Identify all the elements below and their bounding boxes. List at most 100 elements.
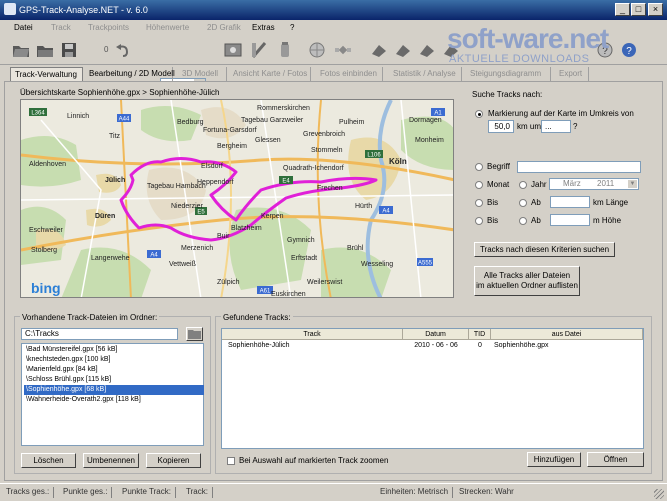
copy-file-button[interactable]: Kopieren — [146, 453, 201, 468]
radius-radio[interactable] — [475, 110, 483, 118]
file-item[interactable]: \Schloss Brühl.gpx [115 kB] — [24, 375, 113, 385]
window-title: GPS-Track-Analyse.NET - v. 6.0 — [19, 5, 148, 15]
measure-icon[interactable] — [250, 41, 268, 59]
map-label: Düren — [95, 213, 115, 220]
close-button[interactable]: × — [648, 3, 663, 16]
map-label: Erftstadt — [291, 255, 317, 262]
file-item[interactable]: \knechtsteden.gpx [100 kB] — [24, 355, 112, 365]
tid-cell[interactable]: 0 — [470, 341, 490, 351]
tab-fotos-einbinden[interactable]: Fotos einbinden — [316, 67, 383, 81]
add-track-button[interactable]: Hinzufügen — [527, 452, 581, 467]
satellite-icon[interactable] — [334, 41, 352, 59]
menu-datei[interactable]: Datei — [14, 23, 33, 32]
month-year-picker[interactable]: März 2011 ▼ — [549, 178, 639, 190]
bis-height-label: Bis — [487, 216, 499, 225]
maximize-button[interactable]: □ — [631, 3, 646, 16]
file-list[interactable]: \Bad Münstereifel.gpx [56 kB] \knechtste… — [21, 343, 204, 446]
date-cell[interactable]: 2010 - 06 - 06 — [404, 341, 468, 351]
column-header-file[interactable]: aus Datei — [491, 329, 643, 340]
tab-bearbeitung[interactable]: Bearbeitung / 2D Modell — [85, 67, 175, 81]
column-header-track[interactable]: Track — [222, 329, 403, 340]
search-criteria-button[interactable]: Tracks nach diesen Kriterien suchen — [474, 242, 615, 257]
resize-grip-icon[interactable] — [654, 489, 664, 499]
ab-length-radio[interactable] — [519, 199, 527, 207]
file-item[interactable]: \Marienfeld.gpx [84 kB] — [24, 365, 100, 375]
begriff-input[interactable] — [517, 161, 641, 173]
map-label: Köln — [389, 157, 407, 166]
files-title: Vorhandene Track-Dateien im Ordner: — [20, 313, 160, 322]
overview-map[interactable]: L364 A44 A1 A4 E5 E4 A4 A61 A555 L106 Li… — [20, 99, 454, 298]
tool-icon[interactable] — [418, 41, 436, 59]
column-header-date[interactable]: Datum — [403, 329, 469, 340]
monat-label: Monat — [487, 180, 510, 189]
rename-file-button[interactable]: Umbenennen — [83, 453, 139, 468]
folder-input[interactable]: C:\Tracks — [21, 328, 178, 340]
month-value: März — [563, 179, 581, 188]
map-label: Bedburg — [177, 119, 204, 126]
tool-icon[interactable] — [394, 41, 412, 59]
column-header-tid[interactable]: TID — [469, 329, 491, 340]
tab-export[interactable]: Export — [555, 67, 589, 81]
begriff-label: Begriff — [487, 162, 510, 171]
file-item-selected[interactable]: \Sophienhöhe.gpx [68 kB] — [24, 385, 204, 395]
bis-height-radio[interactable] — [475, 217, 483, 225]
map-label: Heppendorf — [197, 179, 234, 186]
tab-track-verwaltung[interactable]: Track-Verwaltung — [10, 67, 83, 81]
menu-help[interactable]: ? — [290, 23, 294, 32]
height-input[interactable] — [550, 214, 590, 226]
delete-file-button[interactable]: Löschen — [21, 453, 76, 468]
menu-extras[interactable]: Extras — [252, 23, 275, 32]
image-icon[interactable] — [224, 41, 242, 59]
globe-icon[interactable] — [308, 41, 326, 59]
svg-text:L106: L106 — [367, 153, 381, 159]
ab-height-radio[interactable] — [519, 217, 527, 225]
folder-icon[interactable] — [36, 41, 54, 59]
marker-icon[interactable] — [276, 41, 294, 59]
map-label: Langerwehe — [91, 255, 130, 262]
svg-text:A555: A555 — [418, 261, 433, 267]
location-input[interactable]: ... — [541, 120, 571, 133]
list-all-tracks-button[interactable]: Alle Tracks aller Dateien im aktuellen O… — [474, 266, 580, 296]
tab-statistik[interactable]: Statistik / Analyse — [389, 67, 462, 81]
svg-text:A1: A1 — [434, 111, 442, 117]
jahr-radio[interactable] — [519, 181, 527, 189]
begriff-radio[interactable] — [475, 163, 483, 171]
radius-input[interactable]: 50,0 — [488, 120, 514, 133]
svg-text:A61: A61 — [260, 289, 271, 295]
open-track-button[interactable]: Öffnen — [587, 452, 644, 467]
track-cell[interactable]: Sophienhöhe-Jülich — [228, 341, 400, 351]
minimize-button[interactable]: _ — [615, 3, 630, 16]
menu-2d-grafik[interactable]: 2D Grafik — [207, 23, 241, 32]
tool-icon[interactable] — [370, 41, 388, 59]
title-bar: GPS-Track-Analyse.NET - v. 6.0 _ □ × — [0, 0, 667, 20]
map-label: Wesseling — [361, 261, 393, 268]
file-item[interactable]: \Bad Münstereifel.gpx [56 kB] — [24, 345, 119, 355]
menu-hoehenwerte[interactable]: Höhenwerte — [146, 23, 189, 32]
map-label: Stommeln — [311, 147, 343, 154]
browse-folder-button[interactable] — [186, 327, 203, 341]
found-tracks-grid[interactable]: Track Datum TID aus Datei Sophienhöhe-Jü… — [221, 328, 644, 449]
tab-ansicht-karte[interactable]: Ansicht Karte / Fotos — [229, 67, 311, 81]
search-title: Suche Tracks nach: — [472, 90, 543, 99]
monat-radio[interactable] — [475, 181, 483, 189]
watermark-tagline: AKTUELLE DOWNLOADS — [449, 53, 590, 65]
tab-steigungsdiagramm[interactable]: Steigungsdiagramm — [466, 67, 551, 81]
m-hoehe-label: m Höhe — [593, 216, 622, 225]
save-icon[interactable] — [60, 41, 78, 59]
zoom-track-checkbox[interactable] — [227, 457, 235, 465]
file-item[interactable]: \Wahnerheide-Overath2.gpx [118 kB] — [24, 395, 143, 405]
map-label: Monheim — [415, 137, 444, 144]
length-input[interactable] — [550, 196, 590, 208]
tab-3d-modell[interactable]: 3D Modell — [178, 67, 227, 81]
status-bar: Tracks ges.: Punkte ges.: Punkte Track: … — [0, 483, 667, 501]
open-folder-icon[interactable] — [12, 41, 30, 59]
map-label: Zülpich — [217, 279, 240, 286]
bis-length-radio[interactable] — [475, 199, 483, 207]
undo-icon[interactable] — [114, 41, 132, 59]
map-label: Brühl — [347, 245, 364, 252]
menu-trackpoints[interactable]: Trackpoints — [88, 23, 129, 32]
file-cell[interactable]: Sophienhöhe.gpx — [494, 341, 642, 351]
map-label: Glessen — [255, 137, 281, 144]
info-icon[interactable]: ? — [620, 41, 638, 59]
menu-track[interactable]: Track — [51, 23, 71, 32]
